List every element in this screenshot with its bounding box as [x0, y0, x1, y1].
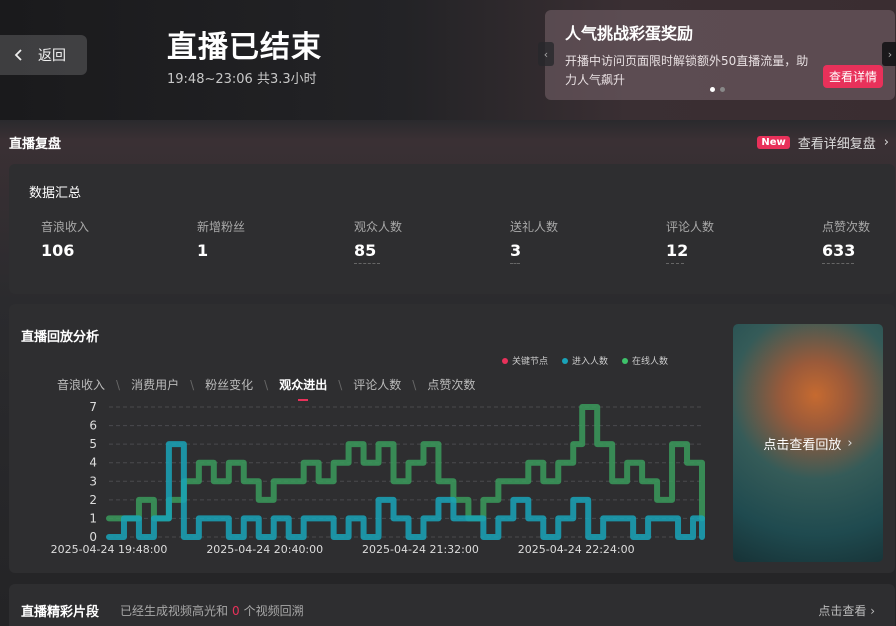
metric-likes[interactable]: 点赞次数 633 — [822, 218, 870, 264]
tab-viewer-flow[interactable]: 观众进出 — [277, 376, 329, 401]
x-tick-label: 2025-04-24 19:48:00 — [51, 543, 168, 556]
tab-divider: \ — [190, 377, 195, 392]
highlights-desc-prefix: 已经生成视频高光和 — [120, 604, 229, 618]
live-header: 返回 直播已结束 19:48~23:06 共3.3小时 人气挑战彩蛋奖励 开播中… — [0, 0, 896, 120]
y-tick-label: 4 — [89, 456, 97, 470]
y-tick-label: 7 — [89, 400, 97, 414]
y-tick-label: 1 — [89, 511, 97, 525]
chevron-left-icon[interactable]: ‹ — [538, 42, 554, 66]
chevron-right-icon: › — [847, 435, 853, 451]
viewer-flow-chart: 0 1 2 3 4 5 6 7 2025-04-24 19:48:00 2025-04-24 20… — [51, 400, 705, 556]
metric-label: 新增粉丝 — [197, 220, 246, 234]
chevron-right-icon: › — [883, 135, 889, 150]
metric-label: 点赞次数 — [822, 220, 871, 234]
tab-divider: \ — [338, 377, 343, 392]
highlights-more-label: 点击查看 — [818, 604, 867, 618]
chevron-right-icon[interactable]: › — [882, 42, 896, 66]
replay-label: 点击查看回放 — [763, 437, 842, 453]
page-title: 直播已结束 — [167, 30, 322, 65]
x-tick-label: 2025-04-24 20:40:00 — [206, 543, 323, 556]
pagination-dot-active[interactable] — [710, 87, 715, 92]
tab-divider: \ — [412, 377, 417, 392]
tab-likes[interactable]: 点赞次数 — [425, 376, 477, 393]
legend-key-node: 关键节点 — [502, 354, 548, 367]
banner-title: 人气挑战彩蛋奖励 — [565, 24, 694, 43]
chart-legend: 关键节点 进入人数 在线人数 — [502, 354, 668, 367]
chevron-right-icon: › — [870, 604, 875, 618]
metric-label: 音浪收入 — [41, 220, 90, 234]
highlights-more-link[interactable]: 点击查看 › — [818, 602, 875, 619]
x-tick-label: 2025-04-24 21:32:00 — [362, 543, 479, 556]
highlights-desc-suffix: 个视频回溯 — [243, 604, 304, 618]
metric-value: 1 — [197, 241, 209, 260]
review-section-header: 直播复盘 New 查看详细复盘 › — [9, 133, 889, 153]
tab-divider: \ — [116, 377, 121, 392]
tab-divider: \ — [264, 377, 269, 392]
metric-underline — [822, 263, 854, 264]
metric-label: 观众人数 — [354, 220, 403, 234]
metric-label: 评论人数 — [666, 220, 715, 234]
series-line-online — [106, 404, 705, 522]
y-tick-label: 6 — [89, 419, 97, 433]
detailed-review-label: 查看详细复盘 — [797, 137, 876, 152]
legend-label: 关键节点 — [512, 357, 549, 367]
tab-revenue[interactable]: 音浪收入 — [55, 376, 107, 393]
replay-thumbnail[interactable]: 点击查看回放 › — [733, 324, 883, 562]
chevron-left-icon — [14, 49, 22, 61]
legend-online: 在线人数 — [622, 354, 668, 367]
metric-value: 633 — [822, 241, 856, 260]
detailed-review-link[interactable]: New 查看详细复盘 › — [757, 133, 889, 152]
metric-underline — [354, 263, 380, 264]
replay-analysis-card: 直播回放分析 关键节点 进入人数 在线人数 音浪收入 \ 消费用户 \ 粉丝变化 \ … — [9, 304, 895, 573]
highlights-count: 0 — [232, 604, 240, 618]
y-tick-label: 5 — [89, 437, 97, 451]
legend-label: 在线人数 — [632, 357, 669, 367]
metric-gifters[interactable]: 送礼人数 3 — [510, 218, 558, 264]
legend-enter: 进入人数 — [562, 354, 608, 367]
metric-commenters[interactable]: 评论人数 12 — [666, 218, 714, 264]
metric-underline — [510, 263, 520, 264]
data-summary-card: 数据汇总 音浪收入 106 新增粉丝 1 观众人数 85 送礼人数 3 评论人数… — [9, 164, 895, 294]
legend-dot — [502, 357, 508, 364]
metric-value: 12 — [666, 241, 689, 260]
legend-dot — [562, 357, 569, 364]
analysis-tabs: 音浪收入 \ 消费用户 \ 粉丝变化 \ 观众进出 \ 评论人数 \ 点赞次数 — [55, 376, 477, 401]
new-badge: New — [757, 136, 790, 149]
tab-commenters[interactable]: 评论人数 — [351, 376, 403, 393]
live-duration: 19:48~23:06 共3.3小时 — [167, 72, 317, 87]
metric-underline — [666, 263, 684, 264]
legend-dot — [622, 357, 629, 364]
metric-value: 106 — [41, 241, 75, 260]
y-tick-label: 2 — [89, 493, 97, 507]
banner-text: 开播中访问页面限时解锁额外50直播流量，助力人气飙升 — [565, 54, 809, 87]
metric-label: 送礼人数 — [510, 220, 559, 234]
banner-details-button[interactable]: 查看详情 — [823, 65, 883, 88]
banner-pagination — [710, 87, 725, 92]
x-tick-label: 2025-04-24 22:24:00 — [518, 543, 635, 556]
metric-revenue: 音浪收入 106 — [41, 218, 89, 260]
legend-label: 进入人数 — [572, 357, 609, 367]
pagination-dot[interactable] — [720, 87, 725, 92]
back-button[interactable]: 返回 — [0, 35, 87, 75]
back-label: 返回 — [38, 48, 66, 64]
metric-new-fans: 新增粉丝 1 — [197, 218, 245, 260]
tab-paying-users[interactable]: 消费用户 — [129, 376, 181, 393]
highlights-card[interactable]: 直播精彩片段 已经生成视频高光和 0 个视频回溯 点击查看 › — [9, 584, 895, 626]
tab-fans[interactable]: 粉丝变化 — [203, 376, 255, 393]
summary-title: 数据汇总 — [29, 186, 82, 201]
promo-banner[interactable]: 人气挑战彩蛋奖励 开播中访问页面限时解锁额外50直播流量，助力人气飙升 查看详情 — [545, 10, 895, 100]
y-tick-label: 0 — [89, 530, 97, 544]
highlights-desc: 已经生成视频高光和 0 个视频回溯 — [120, 602, 304, 619]
metric-value: 3 — [510, 241, 522, 260]
metric-viewers[interactable]: 观众人数 85 — [354, 218, 402, 264]
metric-value: 85 — [354, 241, 377, 260]
y-tick-label: 3 — [89, 474, 97, 488]
highlights-title: 直播精彩片段 — [21, 605, 100, 620]
analysis-title: 直播回放分析 — [21, 330, 100, 345]
